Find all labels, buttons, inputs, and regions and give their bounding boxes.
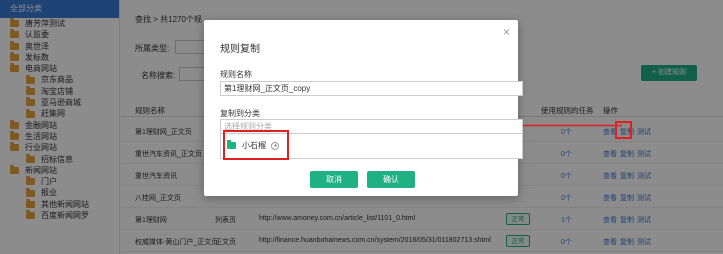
cancel-button[interactable]: 取消 <box>310 171 358 188</box>
annotation-box-category <box>223 130 289 160</box>
close-icon[interactable]: × <box>503 26 510 38</box>
annotation-box-copy <box>615 121 632 139</box>
category-label: 复制到分类 <box>220 109 260 118</box>
rule-name-label: 规则名称 <box>220 70 252 79</box>
confirm-button[interactable]: 确认 <box>367 171 415 188</box>
copy-rule-dialog: 规则复制 × 规则名称 第1理财网_正文页_copy 复制到分类 选择规则分类 … <box>204 20 523 196</box>
dialog-title: 规则复制 <box>220 44 260 55</box>
rule-name-input[interactable]: 第1理财网_正文页_copy <box>220 81 523 96</box>
